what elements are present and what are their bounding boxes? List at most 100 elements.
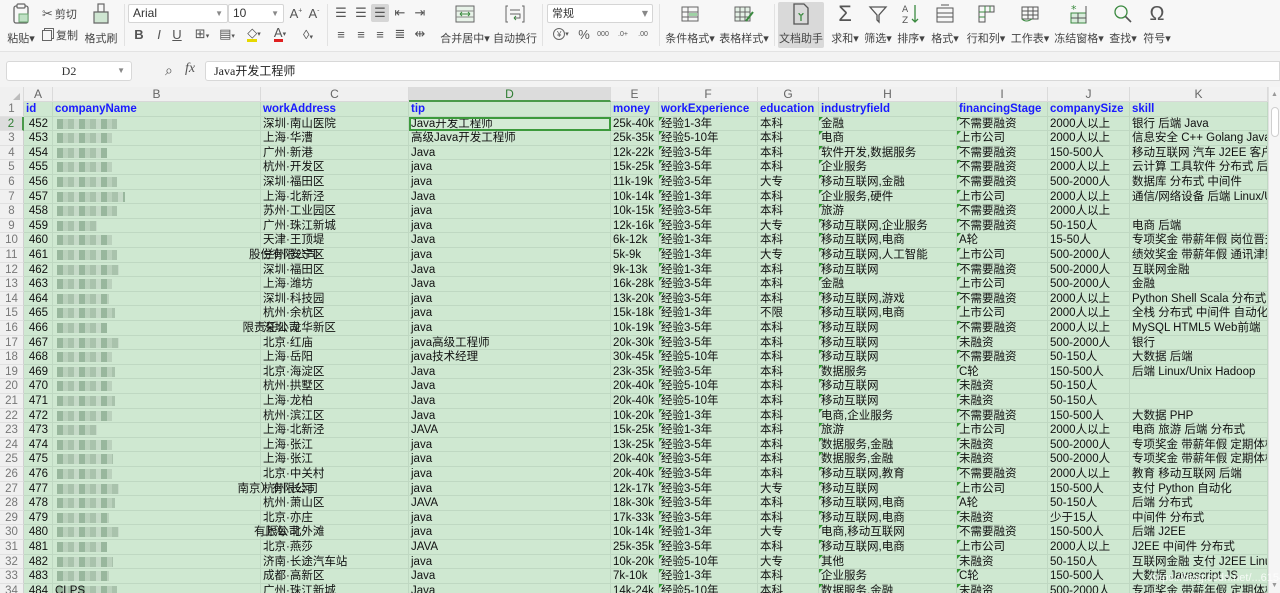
cell-id[interactable]: 483 xyxy=(24,569,53,584)
cell-education[interactable]: 本科 xyxy=(758,262,819,278)
cell-skill[interactable] xyxy=(1130,204,1268,219)
cell-tip[interactable]: JAVA xyxy=(409,423,611,438)
cell-companyName[interactable] xyxy=(53,423,261,438)
cell-id[interactable]: 471 xyxy=(24,394,53,409)
cell-id[interactable]: 456 xyxy=(24,175,53,190)
cell-companySize[interactable]: 少于15人 xyxy=(1048,510,1130,526)
cell-industryfield[interactable]: 移动互联网 xyxy=(819,379,957,394)
cell-financingStage[interactable]: 不需要融资 xyxy=(957,262,1048,278)
row-number[interactable]: 16 xyxy=(0,321,24,336)
cell-workExperience[interactable]: 经验1-3年 xyxy=(659,116,758,132)
cell-workExperience[interactable]: 经验3-5年 xyxy=(659,364,758,380)
cell-education[interactable]: 本科 xyxy=(758,379,819,394)
cell-id[interactable]: 458 xyxy=(24,204,53,219)
cell-financingStage[interactable]: 上市公司 xyxy=(957,423,1048,438)
cell-money[interactable]: 13k-25k xyxy=(611,437,659,453)
cell-workAddress[interactable]: 兰州·安宁区 xyxy=(261,248,409,263)
cell-tip[interactable]: java xyxy=(409,175,611,190)
cell-workExperience[interactable]: 经验3-5年 xyxy=(659,540,758,555)
row-number[interactable]: 3 xyxy=(0,131,24,146)
cell-skill[interactable]: 专项奖金 带薪年假 岗位晋升 xyxy=(1130,233,1268,248)
cell-education[interactable]: 本科 xyxy=(758,467,819,482)
cell-companySize[interactable]: 150-500人 xyxy=(1048,364,1130,380)
cell-industryfield[interactable]: 企业服务 xyxy=(819,569,957,584)
cell-workExperience[interactable]: 经验1-3年 xyxy=(659,233,758,248)
freeze-panes-button[interactable]: * 冻结窗格▾ xyxy=(1054,2,1104,48)
cell-companySize[interactable]: 500-2000人 xyxy=(1048,277,1130,292)
cell-education[interactable]: 本科 xyxy=(758,321,819,336)
vertical-scrollbar[interactable]: ▲ ▼ xyxy=(1268,87,1280,593)
cell-skill[interactable]: 银行 后端 Java xyxy=(1130,116,1268,132)
cell-financingStage[interactable]: 未融资 xyxy=(957,335,1048,351)
cell-id[interactable]: 478 xyxy=(24,496,53,511)
cell-companySize[interactable]: 2000人以上 xyxy=(1048,131,1130,146)
cell-tip[interactable]: java xyxy=(409,481,611,497)
cell-education[interactable]: 不限 xyxy=(758,306,819,321)
table-style-button[interactable]: 表格样式▾ xyxy=(718,2,770,48)
column-header-g[interactable]: G xyxy=(758,87,819,102)
cell-industryfield[interactable]: 数据服务 xyxy=(819,364,957,380)
cell-workAddress[interactable]: 深圳·科技园 xyxy=(261,291,409,307)
cell-financingStage[interactable]: 未融资 xyxy=(957,379,1048,394)
cell-education[interactable]: 本科 xyxy=(758,394,819,409)
cell-tip[interactable]: java xyxy=(409,467,611,482)
cell-tip[interactable]: Java xyxy=(409,583,611,593)
cell-companyName[interactable] xyxy=(53,277,261,292)
cell-workExperience[interactable]: 经验1-3年 xyxy=(659,569,758,584)
header-cell-tip[interactable]: tip xyxy=(409,102,611,117)
cell-workAddress[interactable]: 上海·张江 xyxy=(261,452,409,467)
cell-financingStage[interactable]: 上市公司 xyxy=(957,277,1048,292)
row-number[interactable]: 31 xyxy=(0,540,24,555)
cell-skill[interactable]: 专项奖金 带薪年假 定期体检 xyxy=(1130,583,1268,593)
cell-industryfield[interactable]: 移动互联网,电商 xyxy=(819,306,957,321)
row-number[interactable]: 13 xyxy=(0,277,24,292)
row-number[interactable]: 20 xyxy=(0,379,24,394)
cell-money[interactable]: 10k-20k xyxy=(611,408,659,424)
cell-tip[interactable]: java xyxy=(409,204,611,219)
cell-companySize[interactable]: 500-2000人 xyxy=(1048,335,1130,351)
cell-id[interactable]: 479 xyxy=(24,510,53,526)
header-cell-financingStage[interactable]: financingStage xyxy=(957,102,1048,117)
decrease-font-size-button[interactable]: A- xyxy=(305,4,323,22)
cell-industryfield[interactable]: 数据服务,金融 xyxy=(819,583,957,593)
align-left-button[interactable]: ≡ xyxy=(332,25,350,43)
cell-workExperience[interactable]: 经验1-3年 xyxy=(659,525,758,540)
cell-education[interactable]: 本科 xyxy=(758,291,819,307)
column-header-h[interactable]: H xyxy=(819,87,957,102)
cell-workExperience[interactable]: 经验3-5年 xyxy=(659,452,758,467)
cell-companyName[interactable]: 限责任公司 xyxy=(53,321,300,336)
cell-workExperience[interactable]: 经验3-5年 xyxy=(659,496,758,511)
cell-workExperience[interactable]: 经验3-5年 xyxy=(659,291,758,307)
cell-id[interactable]: 459 xyxy=(24,218,53,234)
decrease-indent-button[interactable]: ⇤ xyxy=(391,4,409,22)
cell-money[interactable]: 16k-28k xyxy=(611,277,659,292)
cell-money[interactable]: 20k-40k xyxy=(611,452,659,467)
cell-workExperience[interactable]: 经验1-3年 xyxy=(659,306,758,321)
row-number[interactable]: 23 xyxy=(0,423,24,438)
cell-skill[interactable]: 数据库 分布式 中间件 xyxy=(1130,175,1268,190)
currency-button[interactable]: ¥ ▾ xyxy=(549,25,573,43)
row-number[interactable]: 17 xyxy=(0,335,24,351)
cell-workAddress[interactable]: 北京·中关村 xyxy=(261,467,409,482)
cell-id[interactable]: 453 xyxy=(24,131,53,146)
cell-workAddress[interactable]: 成都·高新区 xyxy=(261,569,409,584)
cell-companySize[interactable]: 2000人以上 xyxy=(1048,306,1130,321)
cell-workAddress[interactable]: 深圳·龙华新区 xyxy=(261,321,409,336)
cell-skill[interactable]: 支付 Python 自动化 xyxy=(1130,481,1268,497)
cell-companySize[interactable]: 500-2000人 xyxy=(1048,248,1130,263)
sort-button[interactable]: AZ 排序▾ xyxy=(896,2,926,48)
cell-tip[interactable]: java xyxy=(409,306,611,321)
cell-financingStage[interactable]: 上市公司 xyxy=(957,540,1048,555)
header-cell-workAddress[interactable]: workAddress xyxy=(261,102,409,117)
cell-financingStage[interactable]: 上市公司 xyxy=(957,306,1048,321)
cell-companyName[interactable] xyxy=(53,569,261,584)
cell-workExperience[interactable]: 经验1-3年 xyxy=(659,408,758,424)
cell-financingStage[interactable]: 未融资 xyxy=(957,583,1048,593)
cell-education[interactable]: 本科 xyxy=(758,569,819,584)
row-number[interactable]: 5 xyxy=(0,160,24,175)
cell-money[interactable]: 9k-13k xyxy=(611,262,659,278)
column-header-a[interactable]: A xyxy=(24,87,53,102)
cell-industryfield[interactable]: 企业服务 xyxy=(819,160,957,175)
cell-companySize[interactable]: 2000人以上 xyxy=(1048,540,1130,555)
cell-industryfield[interactable]: 移动互联网 xyxy=(819,394,957,409)
